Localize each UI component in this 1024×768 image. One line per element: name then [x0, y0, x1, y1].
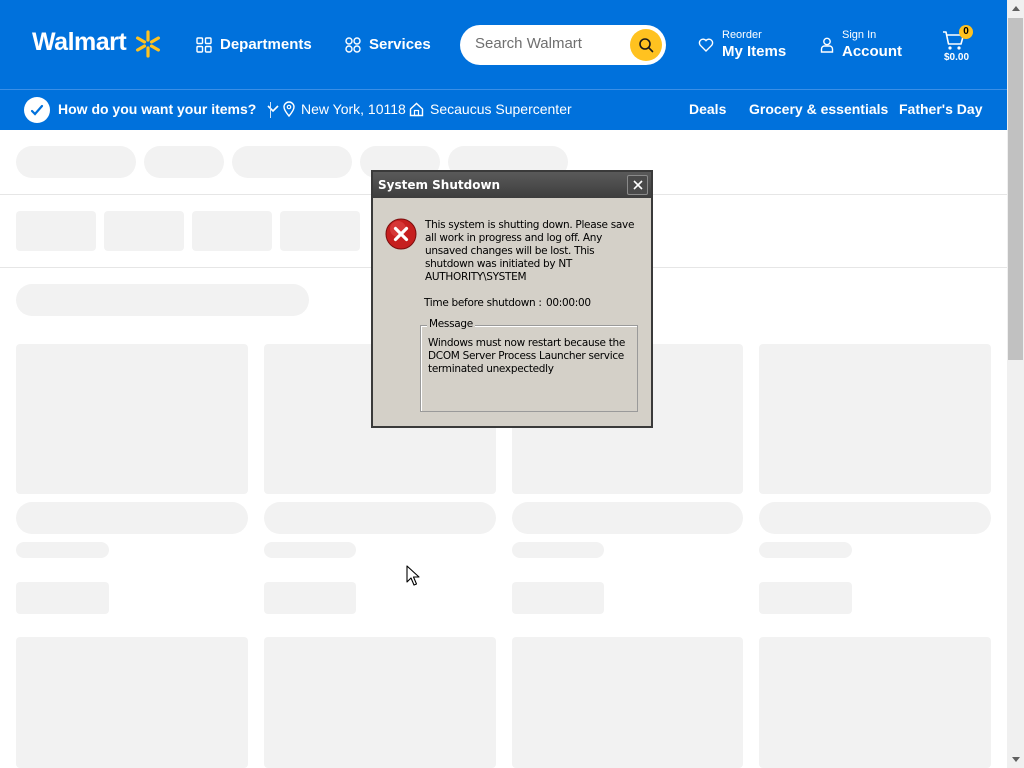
link-deals-label: Deals — [689, 101, 727, 117]
dialog-titlebar[interactable]: System Shutdown — [373, 172, 651, 198]
account-button[interactable]: Sign In Account — [820, 29, 902, 60]
skeleton-product-title — [16, 502, 248, 534]
skeleton-product-image — [16, 637, 248, 768]
link-grocery-label: Grocery & essentials — [749, 101, 889, 117]
delivery-prompt: How do you want your items? — [58, 101, 257, 117]
skeleton-add-button — [264, 582, 356, 614]
skeleton-product-title — [264, 502, 496, 534]
departments-button[interactable]: Departments — [196, 36, 312, 53]
skeleton-product-price — [512, 542, 604, 558]
skeleton-product-image — [16, 344, 248, 494]
my-items-label: My Items — [722, 43, 787, 60]
account-label: Account — [842, 43, 902, 60]
services-icon — [345, 36, 361, 53]
vertical-scrollbar[interactable] — [1007, 0, 1024, 768]
skeleton-product-title — [759, 502, 991, 534]
delivery-bar: How do you want your items? New York, 10… — [0, 89, 1007, 130]
sign-in-label: Sign In — [842, 29, 877, 41]
skeleton-filter — [104, 211, 184, 251]
skeleton-add-button — [16, 582, 109, 614]
error-icon — [385, 218, 417, 250]
skeleton-add-button — [512, 582, 604, 614]
site-header: Walmart Departments Services Search Walm… — [0, 0, 1007, 89]
skeleton-product-price — [264, 542, 356, 558]
dialog-title: System Shutdown — [378, 178, 501, 192]
link-grocery[interactable]: Grocery & essentials — [749, 101, 888, 117]
location-selector[interactable]: New York, 10118 — [283, 101, 406, 117]
skeleton-product-image — [264, 637, 496, 768]
time-value: 00:00:00 — [546, 297, 591, 309]
reorder-button[interactable]: Reorder My Items — [698, 29, 786, 60]
skeleton-chip — [144, 146, 224, 178]
skeleton-product-image — [512, 637, 743, 768]
message-text: Windows must now restart because the DCO… — [428, 337, 626, 375]
walmart-logo-text[interactable]: Walmart — [32, 28, 127, 57]
skeleton-chip — [232, 146, 352, 178]
scroll-down-button[interactable] — [1007, 751, 1024, 768]
skeleton-product-title — [512, 502, 743, 534]
departments-label: Departments — [220, 36, 312, 53]
location-text: New York, 10118 — [301, 101, 406, 117]
message-group: Message Windows must now restart because… — [420, 318, 638, 412]
close-icon — [632, 180, 643, 190]
user-icon — [820, 37, 834, 53]
chevron-down-icon — [267, 105, 279, 113]
cart-count-badge: 0 — [959, 25, 973, 39]
cart-total: $0.00 — [944, 52, 970, 63]
heart-icon — [698, 38, 714, 52]
arrow-down-icon — [1011, 757, 1020, 762]
reorder-small-label: Reorder — [722, 29, 762, 41]
skeleton-product-image — [759, 344, 991, 494]
skeleton-filter — [280, 211, 360, 251]
search-input[interactable] — [475, 35, 625, 52]
skeleton-product-price — [16, 542, 109, 558]
store-text: Secaucus Supercenter — [430, 101, 572, 117]
search-icon — [639, 38, 654, 53]
skeleton-filter — [192, 211, 272, 251]
skeleton-filter — [16, 211, 96, 251]
search-button[interactable] — [630, 29, 662, 61]
services-button[interactable]: Services — [345, 36, 431, 53]
grid-icon — [196, 36, 212, 53]
link-deals[interactable]: Deals — [689, 101, 726, 117]
system-shutdown-dialog: System Shutdown This system is shutting … — [371, 170, 653, 428]
dialog-close-button[interactable] — [627, 175, 648, 195]
location-pin-icon — [283, 101, 295, 117]
services-label: Services — [369, 36, 431, 53]
mouse-cursor-icon — [406, 565, 420, 586]
cart-button[interactable]: 0 $0.00 — [942, 25, 976, 68]
skeleton-product-image — [759, 637, 991, 768]
scrollbar-thumb[interactable] — [1008, 18, 1023, 360]
skeleton-add-button — [759, 582, 852, 614]
scroll-up-button[interactable] — [1007, 0, 1024, 17]
delivery-selector[interactable]: How do you want your items? — [58, 101, 280, 117]
arrow-up-icon — [1011, 6, 1020, 11]
link-fathers-day-label: Father's Day — [899, 101, 983, 117]
skeleton-chip — [16, 146, 136, 178]
link-fathers-day[interactable]: Father's Day — [899, 101, 982, 117]
shutdown-warning-text: This system is shutting down. Please sav… — [425, 219, 635, 283]
message-legend: Message — [427, 318, 475, 330]
store-selector[interactable]: Secaucus Supercenter — [409, 101, 572, 117]
delivery-badge-icon — [24, 97, 50, 123]
time-label: Time before shutdown : — [424, 297, 542, 309]
skeleton-product-price — [759, 542, 852, 558]
store-icon — [409, 102, 424, 116]
shutdown-timer: Time before shutdown : 00:00:00 — [424, 297, 591, 309]
separator — [270, 102, 271, 118]
skeleton-heading — [16, 284, 309, 316]
search-box — [460, 25, 666, 65]
spark-logo-icon[interactable] — [133, 29, 163, 59]
